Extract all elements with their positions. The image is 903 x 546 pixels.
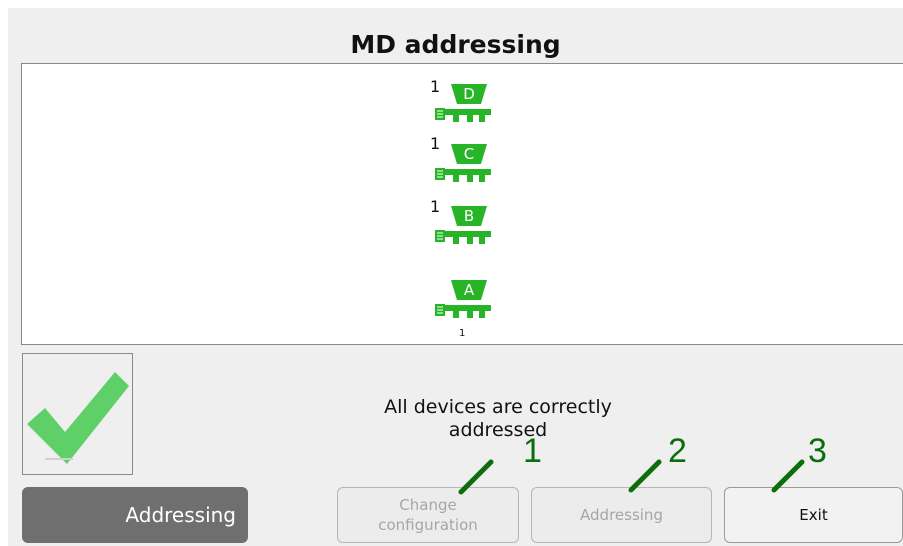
addressing-mode-tab[interactable]: Addressing: [22, 487, 248, 543]
device-a-icon[interactable]: A: [427, 278, 497, 334]
callout-number-1: 1: [523, 432, 542, 470]
callout-number-3: 3: [808, 432, 827, 470]
device-d-letter: D: [463, 85, 475, 103]
md-addressing-screen: MD addressing 1 D 1 C 1 B A 1 All device…: [8, 8, 903, 546]
change-configuration-label-line2: configuration: [378, 516, 478, 534]
device-a-count: 1: [459, 328, 466, 339]
callout-arrow-1: [458, 459, 494, 495]
device-d-icon[interactable]: D: [427, 82, 497, 138]
status-message-line1: All devices are correctly: [384, 396, 612, 418]
callout-arrow-2: [628, 459, 662, 493]
callout-number-2: 2: [668, 432, 687, 470]
device-c-letter: C: [464, 145, 474, 163]
checkmark-icon: [27, 372, 129, 464]
status-indicator-box: [22, 353, 133, 475]
addressing-button[interactable]: Addressing: [531, 487, 712, 543]
device-c-icon[interactable]: C: [427, 142, 497, 198]
device-b-letter: B: [464, 207, 474, 225]
status-message-line2: addressed: [448, 419, 548, 441]
device-a-letter: A: [464, 281, 475, 299]
device-b-icon[interactable]: B: [427, 204, 497, 260]
device-list-panel: 1 D 1 C 1 B A 1: [21, 63, 903, 345]
status-message: All devices are correctly addressed: [348, 396, 648, 442]
page-title: MD addressing: [350, 30, 561, 59]
